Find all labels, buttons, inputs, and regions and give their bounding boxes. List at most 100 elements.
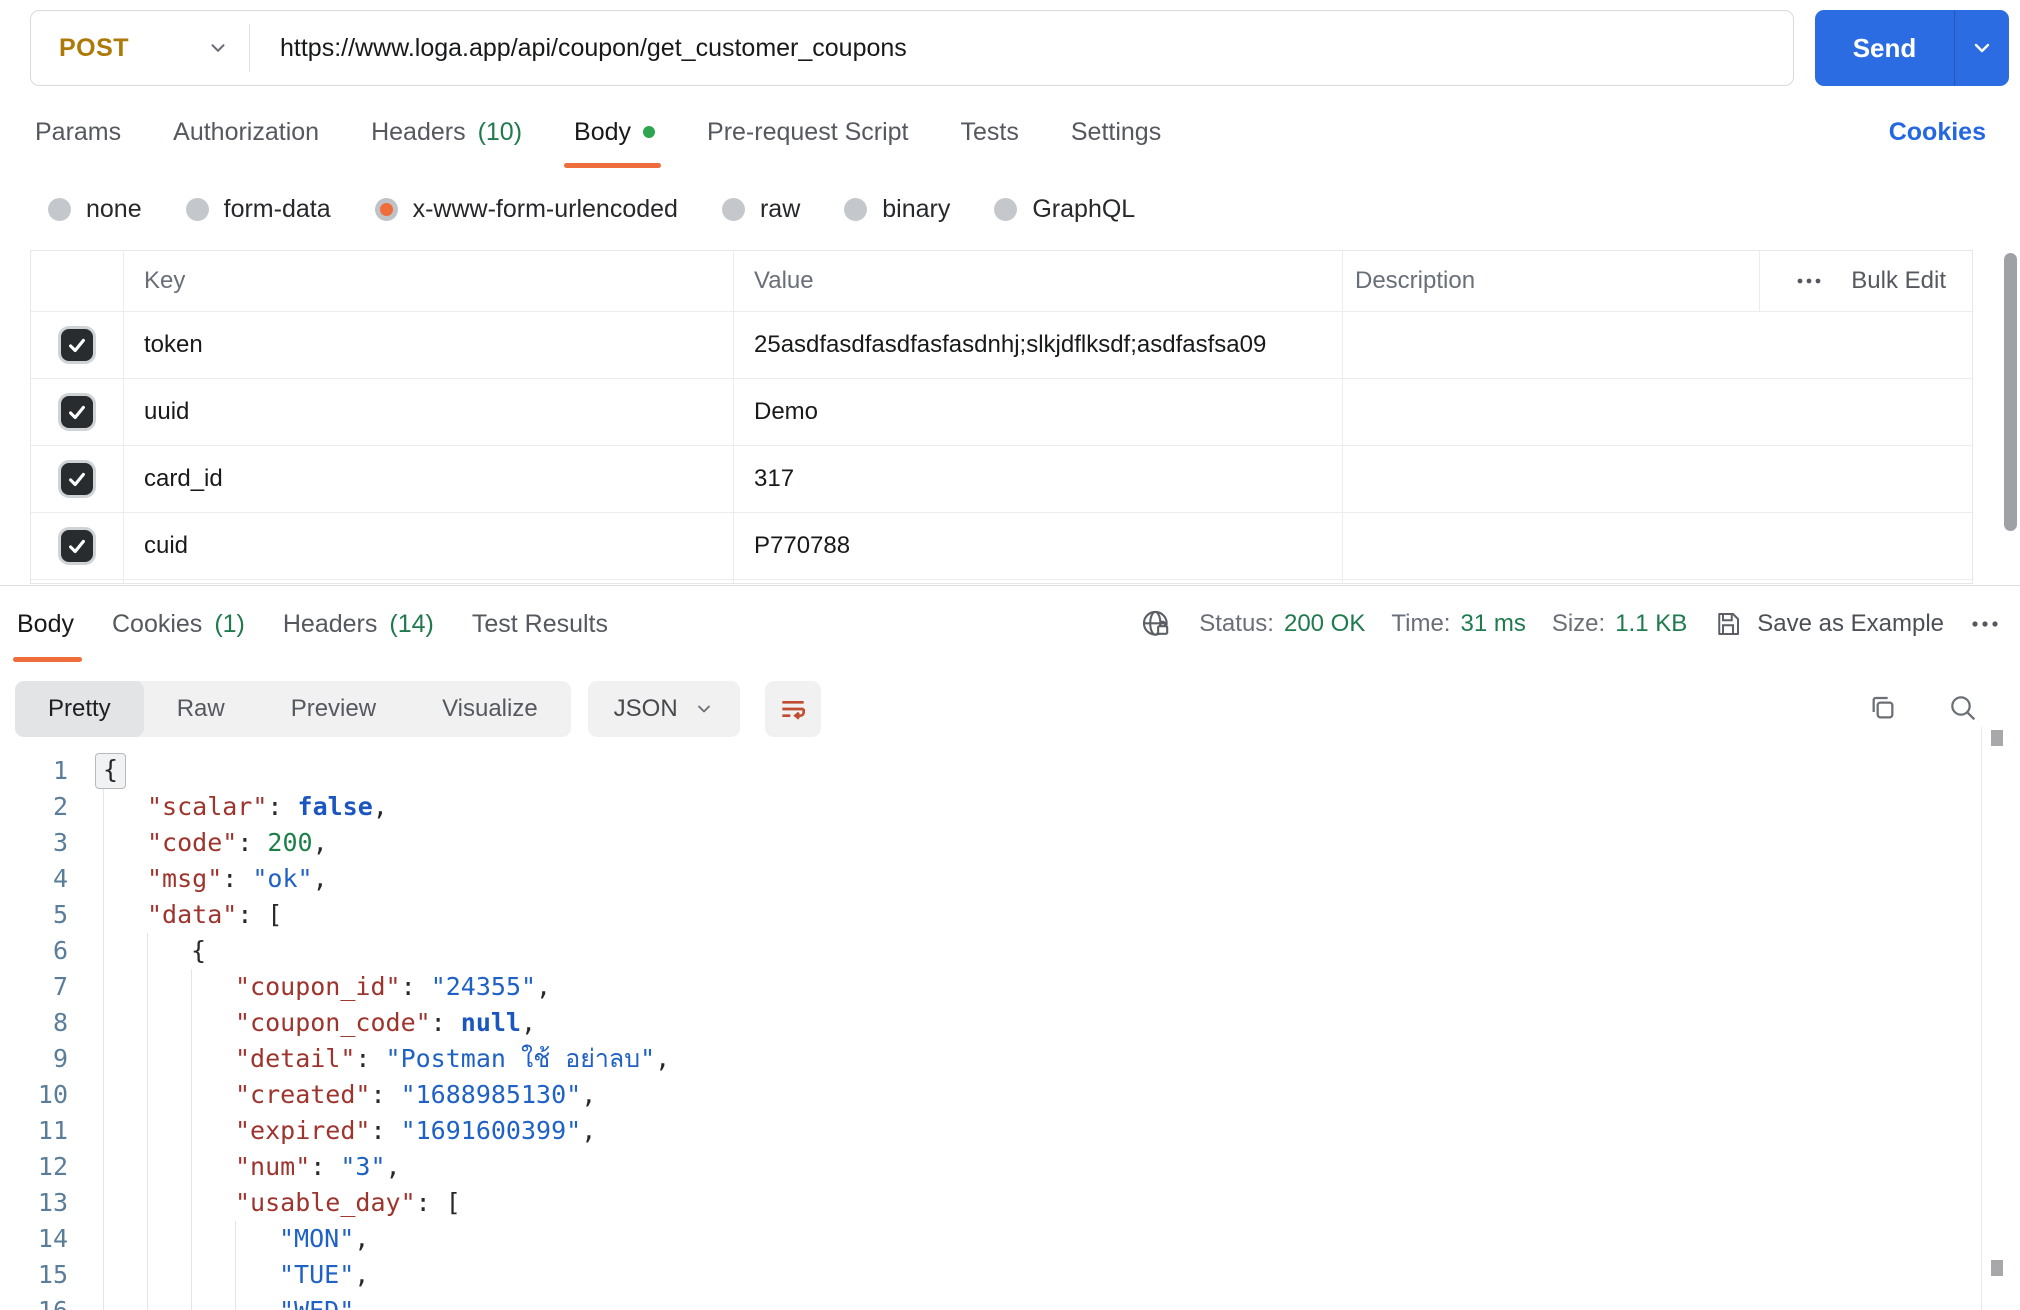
body-type-graphql[interactable]: GraphQL [994,195,1135,224]
body-type-binary[interactable]: binary [844,195,950,224]
body-type-none[interactable]: none [48,195,142,224]
code-line-content: { [68,933,206,969]
row-value-cell[interactable]: 25asdfasdfasdfasfasdnhj;slkjdflksdf;asdf… [734,312,1343,378]
code-line: 4 "msg": "ok", [0,861,1980,897]
body-type-options: none form-data x-www-form-urlencoded raw bin… [48,186,1135,232]
row-key-cell[interactable]: card_id [124,446,734,512]
row-value-cell[interactable]: Demo [734,379,1343,445]
row-key-cell[interactable]: token [124,312,734,378]
code-line: 2 "scalar": false, [0,789,1980,825]
indent-guide [191,1113,235,1149]
response-tab-label: Headers [282,609,378,638]
view-tab-pretty[interactable]: Pretty [15,681,144,737]
row-checkbox[interactable] [61,463,93,495]
row-checkbox-cell [31,379,124,445]
bulk-edit-button[interactable]: Bulk Edit [1851,267,1946,295]
size-badge: Size: 1.1 KB [1552,610,1687,638]
code-line-content: "scalar": false, [68,789,388,825]
line-number: 3 [52,828,68,857]
row-key-cell[interactable]: uuid [124,379,734,445]
indent-guide [147,1041,191,1077]
code-token: , [372,792,388,821]
send-button[interactable]: Send [1815,10,2009,86]
line-number: 15 [37,1260,68,1289]
response-tab-label: Test Results [471,609,609,638]
tab-tests[interactable]: Tests [961,96,1019,168]
tab-pre-request-script[interactable]: Pre-request Script [707,96,908,168]
indent-guide [103,1149,147,1185]
line-number: 10 [37,1080,68,1109]
code-token: "1688985130" [400,1080,582,1109]
indent-guide [147,1293,191,1310]
method-selector[interactable]: POST [31,11,249,85]
row-value-cell[interactable]: 317 [734,446,1343,512]
indent-guide [191,1077,235,1113]
row-description-cell[interactable] [1343,379,1972,445]
response-tab-test-results[interactable]: Test Results [472,586,608,662]
copy-icon[interactable] [1867,692,1899,724]
tab-count: (14) [389,609,434,638]
code-line: 11 "expired": "1691600399", [0,1113,1980,1149]
code-line: 1{ [0,753,1980,789]
body-type-form-data[interactable]: form-data [185,195,331,224]
indent-guide [103,1113,147,1149]
search-icon[interactable] [1947,692,1979,724]
url-input[interactable]: https://www.loga.app/api/coupon/get_cust… [280,34,907,63]
tab-authorization[interactable]: Authorization [173,96,319,168]
indent-guide [235,1257,279,1293]
row-description-cell[interactable] [1343,513,1972,579]
indent-guide [191,969,235,1005]
response-tab-headers[interactable]: Headers (14) [283,586,434,662]
tab-settings[interactable]: Settings [1071,96,1161,168]
row-checkbox[interactable] [61,530,93,562]
wrap-text-button[interactable] [764,681,821,737]
indent-guide [191,1005,235,1041]
more-options-icon[interactable] [1795,276,1823,286]
row-value-cell[interactable]: P770788 [734,513,1343,579]
row-checkbox[interactable] [61,329,93,361]
format-selector[interactable]: JSON [587,681,740,737]
save-as-example-button[interactable]: Save as Example [1713,609,1944,639]
header-checkbox-cell [31,251,124,311]
indent-guide [235,1293,279,1310]
send-label: Send [1852,32,1917,63]
form-urlencoded-table: Key Value Description Bulk Edit token 25a… [30,250,1973,584]
page-scrollbar-thumb[interactable] [2004,253,2017,531]
tab-params[interactable]: Params [35,96,121,168]
row-description-cell[interactable] [1343,446,1972,512]
code-token: { [191,936,207,965]
row-description-cell[interactable] [1343,312,1972,378]
response-tab-cookies[interactable]: Cookies (1) [112,586,245,662]
response-body-code[interactable]: 1{2 "scalar": false, 3 "code": 200, 4 "msg": … [0,745,1980,1310]
code-scrollbar-mark [1991,1260,2003,1276]
view-tab-visualize[interactable]: Visualize [409,681,571,737]
response-tab-label: Body [17,609,74,638]
view-tab-preview[interactable]: Preview [258,681,409,737]
code-line-content: "created": "1688985130", [68,1077,596,1113]
code-token: "data" [147,900,238,929]
code-scrollbar-thumb[interactable] [1991,730,2003,746]
body-type-raw[interactable]: raw [721,195,800,224]
code-token: "MON" [279,1224,355,1253]
indent-guide [103,1005,147,1041]
body-type-x-www-form-urlencoded[interactable]: x-www-form-urlencoded [374,195,678,224]
tab-body[interactable]: Body [564,96,662,168]
indent-guide [147,1149,191,1185]
code-token: , [385,1152,401,1181]
response-more-options-icon[interactable] [1970,619,2000,629]
row-key-cell[interactable]: cuid [124,513,734,579]
code-line-content: { [68,753,127,789]
table-actions: Bulk Edit [1760,251,1972,311]
response-tab-body[interactable]: Body [13,586,82,662]
table-row: card_id 317 [31,446,1972,513]
format-selector-value: JSON [613,695,678,722]
url-bar: POST https://www.loga.app/api/coupon/get… [30,10,1794,86]
line-number: 8 [52,1008,68,1037]
row-checkbox[interactable] [61,396,93,428]
cookies-link[interactable]: Cookies [1889,96,1986,168]
tab-headers[interactable]: Headers (10) [371,96,522,168]
send-options-chevron-icon[interactable] [1955,36,2009,60]
code-token: , [521,1008,537,1037]
view-tab-raw[interactable]: Raw [144,681,258,737]
code-scrollbar[interactable] [1981,727,2020,1310]
